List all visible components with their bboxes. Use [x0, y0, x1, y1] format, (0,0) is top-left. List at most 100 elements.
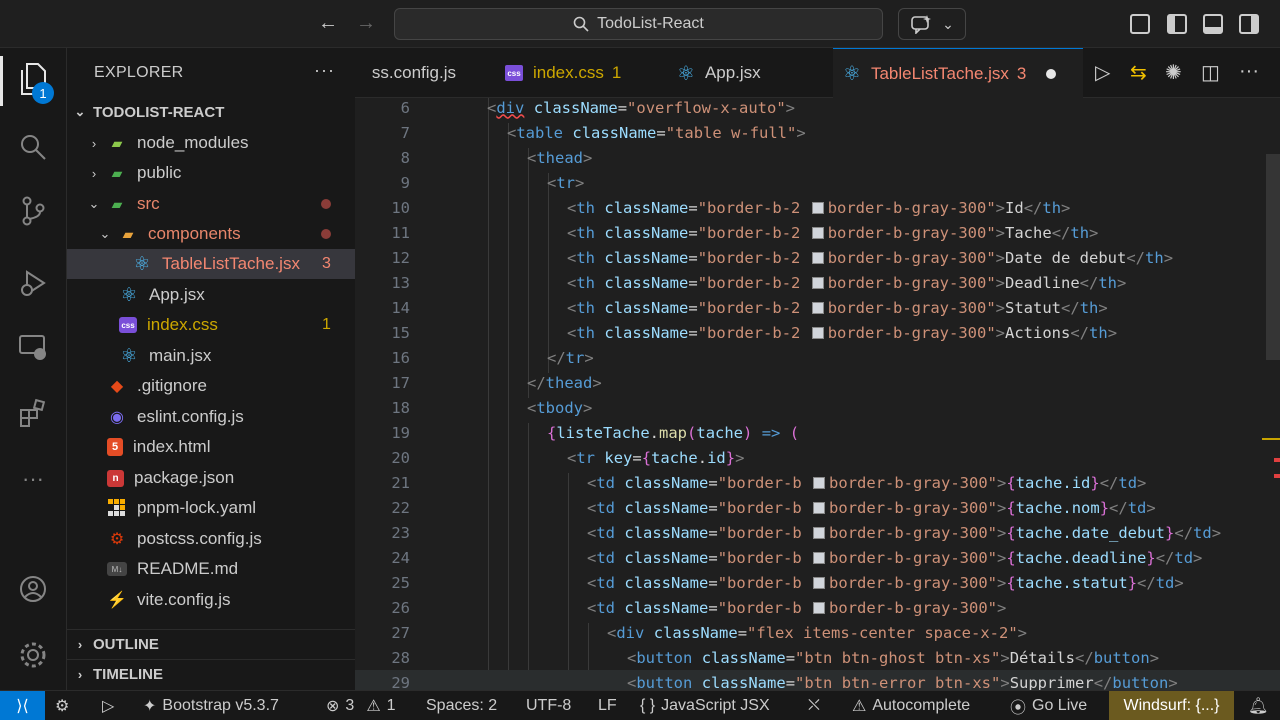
debug-icon[interactable]: ⚙: [55, 691, 69, 720]
code-editor[interactable]: 6 <div className="overflow-x-auto"> 7 <t…: [355, 98, 1280, 690]
line-number: 12: [391, 248, 410, 267]
code-content: <th className="border-b-2 border-b-gray-…: [567, 273, 1127, 292]
code-content: {listeTache.map(tache) => (: [547, 423, 800, 442]
extensions-icon[interactable]: [16, 396, 50, 430]
notifications-bell-icon[interactable]: 🔔︎: [1248, 691, 1268, 720]
react-icon: ⚛: [677, 62, 695, 85]
more-actions-icon[interactable]: ···: [1239, 60, 1259, 83]
line-number: 18: [391, 398, 410, 417]
tree-item-main-jsx[interactable]: ⚛ main.jsx: [67, 341, 355, 371]
tree-item-components[interactable]: ⌄ ▰ components: [67, 219, 355, 249]
line-number: 26: [391, 598, 410, 617]
indentation-status[interactable]: Spaces: 2: [426, 691, 497, 720]
accounts-icon[interactable]: [16, 572, 50, 606]
unsaved-dot-icon[interactable]: [1046, 68, 1057, 79]
braces-icon: { }: [640, 697, 656, 714]
tree-item-pnpm-lock[interactable]: pnpm-lock.yaml: [67, 493, 355, 523]
tree-item-src[interactable]: ⌄ ▰ src: [67, 189, 355, 219]
eol-status[interactable]: LF: [598, 691, 617, 720]
tree-item-tablelisttache[interactable]: ⚛ TableListTache.jsx 3: [67, 249, 355, 279]
tree-item-package-json[interactable]: n package.json: [67, 463, 355, 493]
language-mode-status[interactable]: { } JavaScript JSX: [640, 691, 770, 720]
encoding-status[interactable]: UTF-8: [526, 691, 571, 720]
code-content: <thead>: [527, 148, 593, 167]
split-editor-icon[interactable]: ◫: [1201, 60, 1220, 85]
tree-item-label: TableListTache.jsx: [162, 254, 300, 273]
run-icon[interactable]: ▷: [102, 691, 114, 720]
toggle-panel-icon[interactable]: [1203, 14, 1223, 34]
search-icon[interactable]: [16, 130, 50, 164]
source-control-icon[interactable]: [16, 194, 50, 228]
windsurf-status[interactable]: Windsurf: {...}: [1109, 691, 1234, 720]
timeline-section-header[interactable]: › TIMELINE: [67, 659, 355, 689]
line-number: 29: [391, 673, 410, 691]
remote-explorer-icon[interactable]: [16, 330, 50, 364]
code-content: <td className="border-b border-b-gray-30…: [587, 598, 1007, 617]
customize-layout-icon[interactable]: [1130, 14, 1150, 34]
line-number: 21: [391, 473, 410, 492]
autocomplete-status[interactable]: ⚠ Autocomplete: [852, 691, 970, 720]
tree-item-readme[interactable]: M↓ README.md: [67, 554, 355, 584]
project-folder-header[interactable]: ⌄ TODOLIST-REACT: [67, 97, 355, 127]
more-icon[interactable]: ···: [16, 462, 50, 496]
tree-item-app-jsx[interactable]: ⚛ App.jsx: [67, 280, 355, 310]
command-center-search[interactable]: TodoList-React: [394, 8, 883, 40]
tree-item-index-html[interactable]: 5 index.html: [67, 432, 355, 462]
tree-item-vite-config[interactable]: ⚡ vite.config.js: [67, 585, 355, 615]
timeline-label: TIMELINE: [93, 666, 163, 683]
bootstrap-status[interactable]: ✦ Bootstrap v5.3.7: [143, 691, 279, 720]
react-icon: ⚛: [133, 253, 151, 275]
chatgpt-icon[interactable]: ✺: [1165, 60, 1182, 85]
eslint-icon: ◉: [110, 409, 124, 426]
line-number: 16: [391, 348, 410, 367]
code-line: 26 <td className="border-b border-b-gray…: [355, 595, 1280, 620]
toggle-primary-sidebar-icon[interactable]: [1167, 14, 1187, 34]
tree-item-eslint[interactable]: ◉ eslint.config.js: [67, 402, 355, 432]
go-live-status[interactable]: ⦿ Go Live: [1010, 691, 1087, 720]
line-number: 9: [400, 173, 410, 192]
tree-item-node-modules[interactable]: › ▰ node_modules: [67, 128, 355, 158]
tab-index-css[interactable]: css index.css 1: [505, 48, 655, 98]
code-content: </thead>: [527, 373, 602, 392]
tab-tablelisttache[interactable]: ⚛ TableListTache.jsx 3: [833, 48, 1083, 98]
code-content: <tr>: [547, 173, 585, 192]
remote-indicator-icon[interactable]: ⟩⟨: [0, 691, 45, 720]
chevron-right-icon: ›: [91, 135, 97, 151]
explorer-badge: 1: [32, 82, 54, 104]
tree-item-public[interactable]: › ▰ public: [67, 158, 355, 188]
settings-gear-icon[interactable]: [16, 638, 50, 672]
problem-count: 1: [322, 316, 331, 333]
tree-item-index-css[interactable]: css index.css 1: [67, 310, 355, 340]
tab-app-jsx[interactable]: ⚛ App.jsx: [677, 48, 827, 98]
tree-item-gitignore[interactable]: ◆ .gitignore: [67, 371, 355, 401]
warning-icon: ⚠: [852, 698, 867, 715]
compare-changes-icon[interactable]: ⇆: [1130, 60, 1147, 85]
copilot-status-icon[interactable]: ⛌: [808, 691, 820, 720]
code-line: 8 <thead>: [355, 145, 1280, 170]
tree-item-postcss[interactable]: ⚙ postcss.config.js: [67, 524, 355, 554]
forward-arrow-icon[interactable]: →: [356, 12, 376, 35]
code-line: 18 <tbody>: [355, 395, 1280, 420]
tree-item-label: pnpm-lock.yaml: [137, 498, 257, 517]
bootstrap-icon: ✦: [143, 698, 157, 715]
pnpm-icon: [107, 498, 127, 518]
copilot-chat-button[interactable]: ⌄: [898, 8, 966, 40]
back-arrow-icon[interactable]: ←: [318, 12, 338, 35]
explorer-sidebar: EXPLORER ··· ⌄ TODOLIST-REACT › ▰ node_m…: [67, 48, 355, 690]
vertical-scrollbar[interactable]: [1266, 154, 1280, 360]
tab-postcss-config[interactable]: ss.config.js: [355, 48, 480, 98]
project-name: TODOLIST-REACT: [93, 103, 225, 121]
more-actions-icon[interactable]: ···: [314, 60, 335, 81]
run-icon[interactable]: ▷: [1095, 60, 1110, 85]
line-number: 25: [391, 573, 410, 592]
problems-status[interactable]: ⊗ 3 ⚠ 1: [326, 691, 396, 720]
status-bar: ⟩⟨ ⚙ ▷ ✦ Bootstrap v5.3.7 ⊗ 3 ⚠ 1 Spaces…: [0, 690, 1280, 720]
code-line: 24 <td className="border-b border-b-gray…: [355, 545, 1280, 570]
tree-item-label: main.jsx: [149, 346, 212, 365]
line-number: 15: [391, 323, 410, 342]
run-debug-icon[interactable]: [16, 266, 50, 300]
activity-bar: 1 ···: [0, 48, 67, 690]
toggle-secondary-sidebar-icon[interactable]: [1239, 14, 1259, 34]
outline-section-header[interactable]: › OUTLINE: [67, 629, 355, 659]
react-icon: ⚛: [843, 63, 861, 85]
